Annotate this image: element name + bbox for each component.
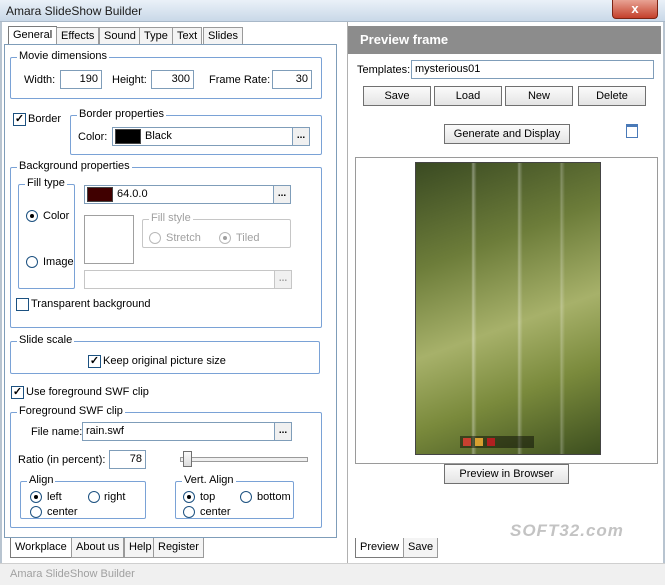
tab-sound[interactable]: Sound (99, 27, 141, 45)
transparent-background-label: Transparent background (31, 298, 151, 310)
ratio-label: Ratio (in percent): (18, 454, 106, 466)
border-color-label: Color: (78, 131, 108, 143)
close-button[interactable]: x (612, 0, 658, 19)
stop-icon[interactable] (487, 438, 495, 446)
new-template-button[interactable]: New (505, 86, 573, 106)
background-color-value: 64.0.0 (117, 188, 148, 200)
valign-center-label: center (200, 506, 231, 518)
image-path-browse-button[interactable]: ... (274, 270, 292, 289)
fill-color-radio[interactable] (26, 210, 38, 222)
templates-field[interactable]: mysterious01 (411, 60, 654, 79)
file-name-label: File name: (31, 426, 83, 438)
ratio-slider-track[interactable] (180, 457, 308, 462)
tab-effects[interactable]: Effects (56, 27, 100, 45)
load-template-button[interactable]: Load (434, 86, 502, 106)
border-checkbox-label: Border (28, 113, 62, 125)
tiled-label: Tiled (236, 232, 260, 244)
use-foreground-checkbox[interactable]: ✓ (11, 386, 24, 399)
border-color-swatch (115, 129, 141, 144)
delete-template-button[interactable]: Delete (578, 86, 646, 106)
tab-save[interactable]: Save (403, 538, 439, 558)
height-field[interactable]: 300 (151, 70, 194, 89)
fill-type-group: Fill type (18, 177, 75, 289)
tab-help[interactable]: Help (124, 538, 157, 558)
valign-top-radio[interactable] (183, 491, 195, 503)
image-path-field[interactable] (84, 270, 276, 289)
border-properties-label: Border properties (77, 108, 166, 120)
movie-dimensions-label: Movie dimensions (17, 50, 110, 62)
tab-text[interactable]: Text (172, 27, 203, 45)
templates-label: Templates: (357, 64, 411, 76)
foreground-clip-label: Foreground SWF clip (17, 405, 125, 417)
use-foreground-label: Use foreground SWF clip (26, 386, 149, 398)
keep-size-label: Keep original picture size (103, 355, 226, 367)
preview-image (415, 162, 601, 455)
align-right-radio[interactable] (88, 491, 100, 503)
border-color-field[interactable]: Black (112, 127, 294, 146)
border-color-browse-button[interactable]: ... (292, 127, 310, 146)
fill-style-label: Fill style (149, 212, 193, 224)
background-color-browse-button[interactable]: ... (273, 185, 291, 204)
background-color-swatch (87, 187, 113, 202)
align-center-radio[interactable] (30, 506, 42, 518)
align-left-label: left (47, 491, 62, 503)
align-left-radio[interactable] (30, 491, 42, 503)
tiled-radio[interactable] (219, 232, 231, 244)
slide-scale-label: Slide scale (17, 334, 75, 346)
align-right-label: right (104, 491, 126, 503)
vert-align-label: Vert. Align (182, 474, 236, 486)
window-icon[interactable] (626, 124, 638, 138)
border-color-value: Black (145, 130, 172, 142)
transparent-background-checkbox[interactable] (16, 298, 29, 311)
play-icon[interactable] (463, 438, 471, 446)
watermark: SOFT32.com (510, 521, 624, 540)
valign-bottom-label: bottom (257, 491, 291, 503)
ratio-slider-thumb[interactable] (183, 451, 192, 467)
file-name-field[interactable]: rain.swf (82, 422, 276, 441)
tab-about-us[interactable]: About us (71, 538, 125, 558)
width-field[interactable]: 190 (60, 70, 102, 89)
width-label: Width: (24, 74, 56, 86)
background-color-field[interactable]: 64.0.0 (84, 185, 276, 204)
valign-top-label: top (200, 491, 216, 503)
player-controls (460, 436, 534, 448)
keep-size-checkbox[interactable]: ✓ (88, 355, 101, 368)
tab-preview[interactable]: Preview (355, 538, 405, 558)
fill-image-radio[interactable] (26, 256, 38, 268)
border-checkbox[interactable]: ✓ (13, 113, 26, 126)
fill-type-label: Fill type (25, 177, 67, 189)
title-bar: Amara SlideShow Builder x (0, 0, 665, 22)
file-name-browse-button[interactable]: ... (274, 422, 292, 441)
save-template-button[interactable]: Save (363, 86, 431, 106)
align-center-label: center (47, 506, 78, 518)
framerate-field[interactable]: 30 (272, 70, 312, 89)
tab-type[interactable]: Type (139, 27, 173, 45)
preview-header: Preview frame (348, 26, 661, 54)
stretch-radio[interactable] (149, 232, 161, 244)
valign-center-radio[interactable] (183, 506, 195, 518)
height-label: Height: (112, 74, 147, 86)
fill-color-label: Color (43, 210, 70, 222)
close-icon: x (631, 1, 639, 16)
align-label: Align (27, 474, 56, 486)
stretch-label: Stretch (166, 232, 201, 244)
framerate-label: Frame Rate: (209, 74, 271, 86)
window-title: Amara SlideShow Builder (6, 4, 143, 18)
tab-register[interactable]: Register (153, 538, 204, 558)
preview-browser-button[interactable]: Preview in Browser (444, 464, 569, 484)
pause-icon[interactable] (475, 438, 483, 446)
fill-image-label: Image (43, 256, 74, 268)
generate-display-button[interactable]: Generate and Display (444, 124, 570, 144)
status-bar: Amara SlideShow Builder (0, 563, 665, 585)
fill-style-group: Fill style (142, 212, 291, 248)
image-preview-box (84, 215, 134, 264)
tab-workplace[interactable]: Workplace (10, 538, 72, 558)
valign-bottom-radio[interactable] (240, 491, 252, 503)
background-properties-label: Background properties (17, 160, 132, 172)
ratio-field[interactable]: 78 (109, 450, 146, 469)
tab-slides[interactable]: Slides (203, 27, 243, 45)
tab-general[interactable]: General (8, 26, 58, 45)
